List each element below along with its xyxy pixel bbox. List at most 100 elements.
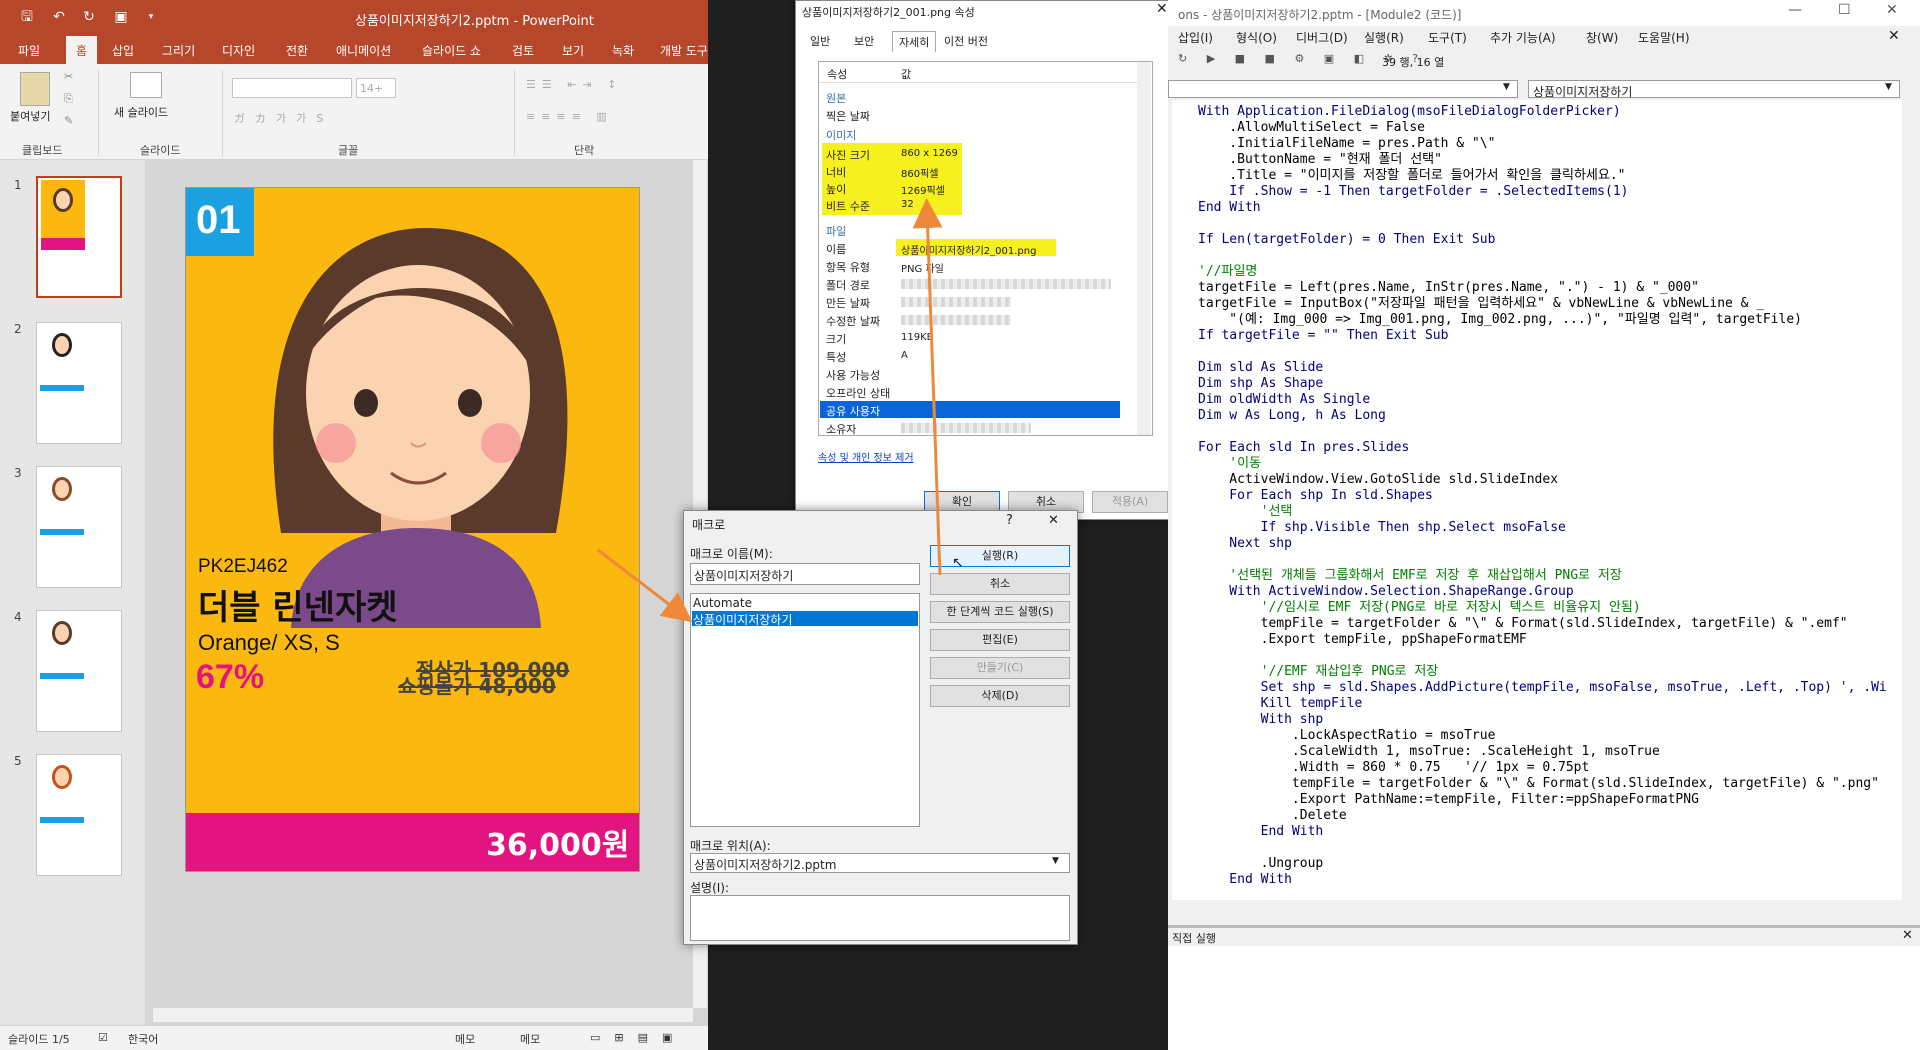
customize-icon[interactable]: ▾ [142, 8, 160, 26]
macro-location-select[interactable]: 상품이미지저장하기2.pptm [690, 853, 1070, 873]
object-combo[interactable]: ▼ [1168, 80, 1518, 98]
run-button[interactable]: 실행(R) [930, 545, 1070, 567]
language-label[interactable]: 한국어 [128, 1031, 158, 1047]
font-size-combo[interactable]: 14+ [356, 78, 396, 98]
code-line[interactable]: tempFile = targetFolder & "\" & Format(s… [1198, 616, 1848, 632]
code-line[interactable]: '//임시로 EMF 저장(PNG로 바로 저장시 텍스트 비율유지 안됨) [1198, 600, 1641, 616]
code-line[interactable]: Next shp [1198, 536, 1292, 552]
close-icon[interactable]: ✕ [1156, 1, 1168, 17]
description-box[interactable] [690, 895, 1070, 941]
tab-transitions[interactable]: 전환 [286, 42, 308, 59]
code-line[interactable]: .ButtonName = "현재 폴더 선택" [1198, 152, 1442, 168]
code-line[interactable]: Dim oldWidth As Single [1198, 392, 1370, 408]
code-line[interactable]: If shp.Visible Then shp.Select msoFalse [1198, 520, 1566, 536]
menu-addins[interactable]: 추가 기능(A) [1490, 29, 1556, 46]
horizontal-scrollbar[interactable] [153, 1008, 693, 1022]
code-vertical-scrollbar[interactable] [1902, 100, 1918, 900]
code-line[interactable]: '//파일명 [1198, 264, 1257, 280]
tab-review[interactable]: 검토 [512, 42, 534, 59]
notes-button[interactable]: 메모 [455, 1031, 475, 1047]
slide-thumbnail-3[interactable] [36, 466, 122, 588]
tab-previous-versions[interactable]: 이전 버전 [938, 31, 994, 51]
close-icon[interactable]: ✕ [1902, 928, 1913, 943]
code-line[interactable]: With ActiveWindow.Selection.ShapeRange.G… [1198, 584, 1573, 600]
list-buttons[interactable]: ☰☰ ⇤⇥ ↕ [526, 78, 622, 91]
slide-thumbnail-2[interactable] [36, 322, 122, 444]
code-line[interactable]: "(예: Img_000 => Img_001.png, Img_002.png… [1198, 312, 1802, 328]
tab-developer[interactable]: 개발 도구 [660, 42, 708, 59]
slide-thumbnail-1[interactable] [36, 176, 122, 298]
cancel-button[interactable]: 취소 [930, 573, 1070, 595]
slide-canvas[interactable]: 01 PK2EJ462 더블 린넨자켓 Orange/ XS, S 67% 정상… [185, 187, 640, 872]
align-buttons[interactable]: ≡≡≡≡ ▥ [526, 110, 613, 123]
chevron-down-icon[interactable]: ▼ [1885, 82, 1892, 92]
code-line[interactable]: tempFile = targetFolder & "\" & Format(s… [1198, 776, 1879, 792]
code-line[interactable]: With shp [1198, 712, 1324, 728]
tab-file[interactable]: 파일 [18, 42, 40, 59]
close-icon[interactable]: ✕ [1888, 28, 1900, 44]
close-icon[interactable]: ✕ [1048, 513, 1059, 528]
create-button[interactable]: 만들기(C) [930, 657, 1070, 679]
procedure-combo[interactable]: 상품이미지저장하기 ▼ [1528, 80, 1900, 99]
code-line[interactable]: Kill tempFile [1198, 696, 1363, 712]
slide-thumbnail-5[interactable] [36, 754, 122, 876]
redo-icon[interactable]: ↻ [80, 8, 98, 26]
code-line[interactable]: '이동 [1198, 456, 1261, 472]
delete-button[interactable]: 삭제(D) [930, 685, 1070, 707]
list-scrollbar[interactable] [1137, 62, 1151, 435]
code-line[interactable]: If .Show = -1 Then targetFolder = .Selec… [1198, 184, 1628, 200]
comments-button[interactable]: 메모 [520, 1031, 540, 1047]
code-line[interactable]: Set shp = sld.Shapes.AddPicture(tempFile… [1198, 680, 1887, 696]
code-line[interactable]: targetFile = InputBox("저장파일 패턴을 입력하세요" &… [1198, 296, 1764, 312]
menu-insert[interactable]: 삽입(I) [1178, 29, 1213, 46]
paste-button[interactable]: 붙여넣기 [10, 108, 50, 124]
code-line[interactable]: For Each sld In pres.Slides [1198, 440, 1409, 456]
font-name-combo[interactable] [232, 78, 352, 98]
tab-details[interactable]: 자세히 [892, 31, 937, 52]
tab-design[interactable]: 디자인 [222, 42, 255, 59]
maximize-icon[interactable]: ☐ [1838, 2, 1851, 18]
menu-debug[interactable]: 디버그(D) [1296, 29, 1348, 46]
chevron-down-icon[interactable]: ▼ [1503, 82, 1510, 92]
copy-icon[interactable]: ⎘ [64, 92, 78, 105]
chevron-down-icon[interactable]: ▼ [1052, 856, 1059, 866]
slideshow-icon[interactable]: ▣ [112, 8, 130, 26]
tab-record[interactable]: 녹화 [612, 42, 634, 59]
cut-icon[interactable]: ✂ [64, 70, 78, 83]
font-style-buttons[interactable]: ガカ가가S [234, 110, 333, 126]
help-icon[interactable]: ? [1006, 513, 1013, 528]
save-icon[interactable]: 🖫 [18, 8, 36, 26]
menu-format[interactable]: 형식(O) [1236, 29, 1277, 46]
close-icon[interactable]: ✕ [1886, 2, 1898, 18]
code-line[interactable]: .Width = 860 * 0.75 '// 1px = 0.75pt [1198, 760, 1589, 776]
edit-button[interactable]: 편집(E) [930, 629, 1070, 651]
macro-list-item[interactable]: Automate [693, 596, 752, 610]
code-horizontal-scrollbar[interactable] [1168, 900, 1918, 916]
undo-icon[interactable]: ↶ [50, 8, 68, 26]
tab-home[interactable]: 홈 [66, 36, 98, 64]
macro-name-input[interactable]: 상품이미지저장하기 [690, 563, 920, 585]
tab-animations[interactable]: 애니메이션 [336, 42, 391, 59]
new-slide-icon[interactable] [130, 72, 162, 98]
code-line[interactable]: .LockAspectRatio = msoTrue [1198, 728, 1496, 744]
code-line[interactable]: Dim sld As Slide [1198, 360, 1323, 376]
code-line[interactable]: If targetFile = "" Then Exit Sub [1198, 328, 1448, 344]
new-slide-button[interactable]: 새 슬라이드 [114, 104, 168, 120]
code-line[interactable]: '선택 [1198, 504, 1293, 520]
tab-insert[interactable]: 삽입 [112, 42, 134, 59]
macro-list-item[interactable]: 상품이미지저장하기 [693, 611, 792, 628]
menu-help[interactable]: 도움말(H) [1638, 29, 1690, 46]
view-buttons[interactable]: ▭⊞▤▣ [590, 1031, 686, 1044]
code-line[interactable]: .Title = "이미지를 저장할 폴더로 들어가서 확인을 클릭하세요." [1198, 168, 1625, 184]
code-line[interactable]: Dim w As Long, h As Long [1198, 408, 1386, 424]
code-line[interactable]: .Ungroup [1198, 856, 1324, 872]
tab-general[interactable]: 일반 [804, 31, 836, 51]
code-line[interactable]: .InitialFileName = pres.Path & "\" [1198, 136, 1495, 152]
code-line[interactable]: '선택된 개체들 그룹화해서 EMF로 저장 후 재삽입해서 PNG로 저장 [1198, 568, 1622, 584]
code-line[interactable]: .ScaleWidth 1, msoTrue: .ScaleHeight 1, … [1198, 744, 1660, 760]
macro-list[interactable]: Automate 상품이미지저장하기 [690, 593, 920, 827]
spellcheck-icon[interactable]: ☑ [98, 1031, 108, 1044]
code-line[interactable]: .AllowMultiSelect = False [1198, 120, 1425, 136]
code-line[interactable]: End With [1198, 200, 1261, 216]
code-line[interactable]: targetFile = Left(pres.Name, InStr(pres.… [1198, 280, 1699, 296]
